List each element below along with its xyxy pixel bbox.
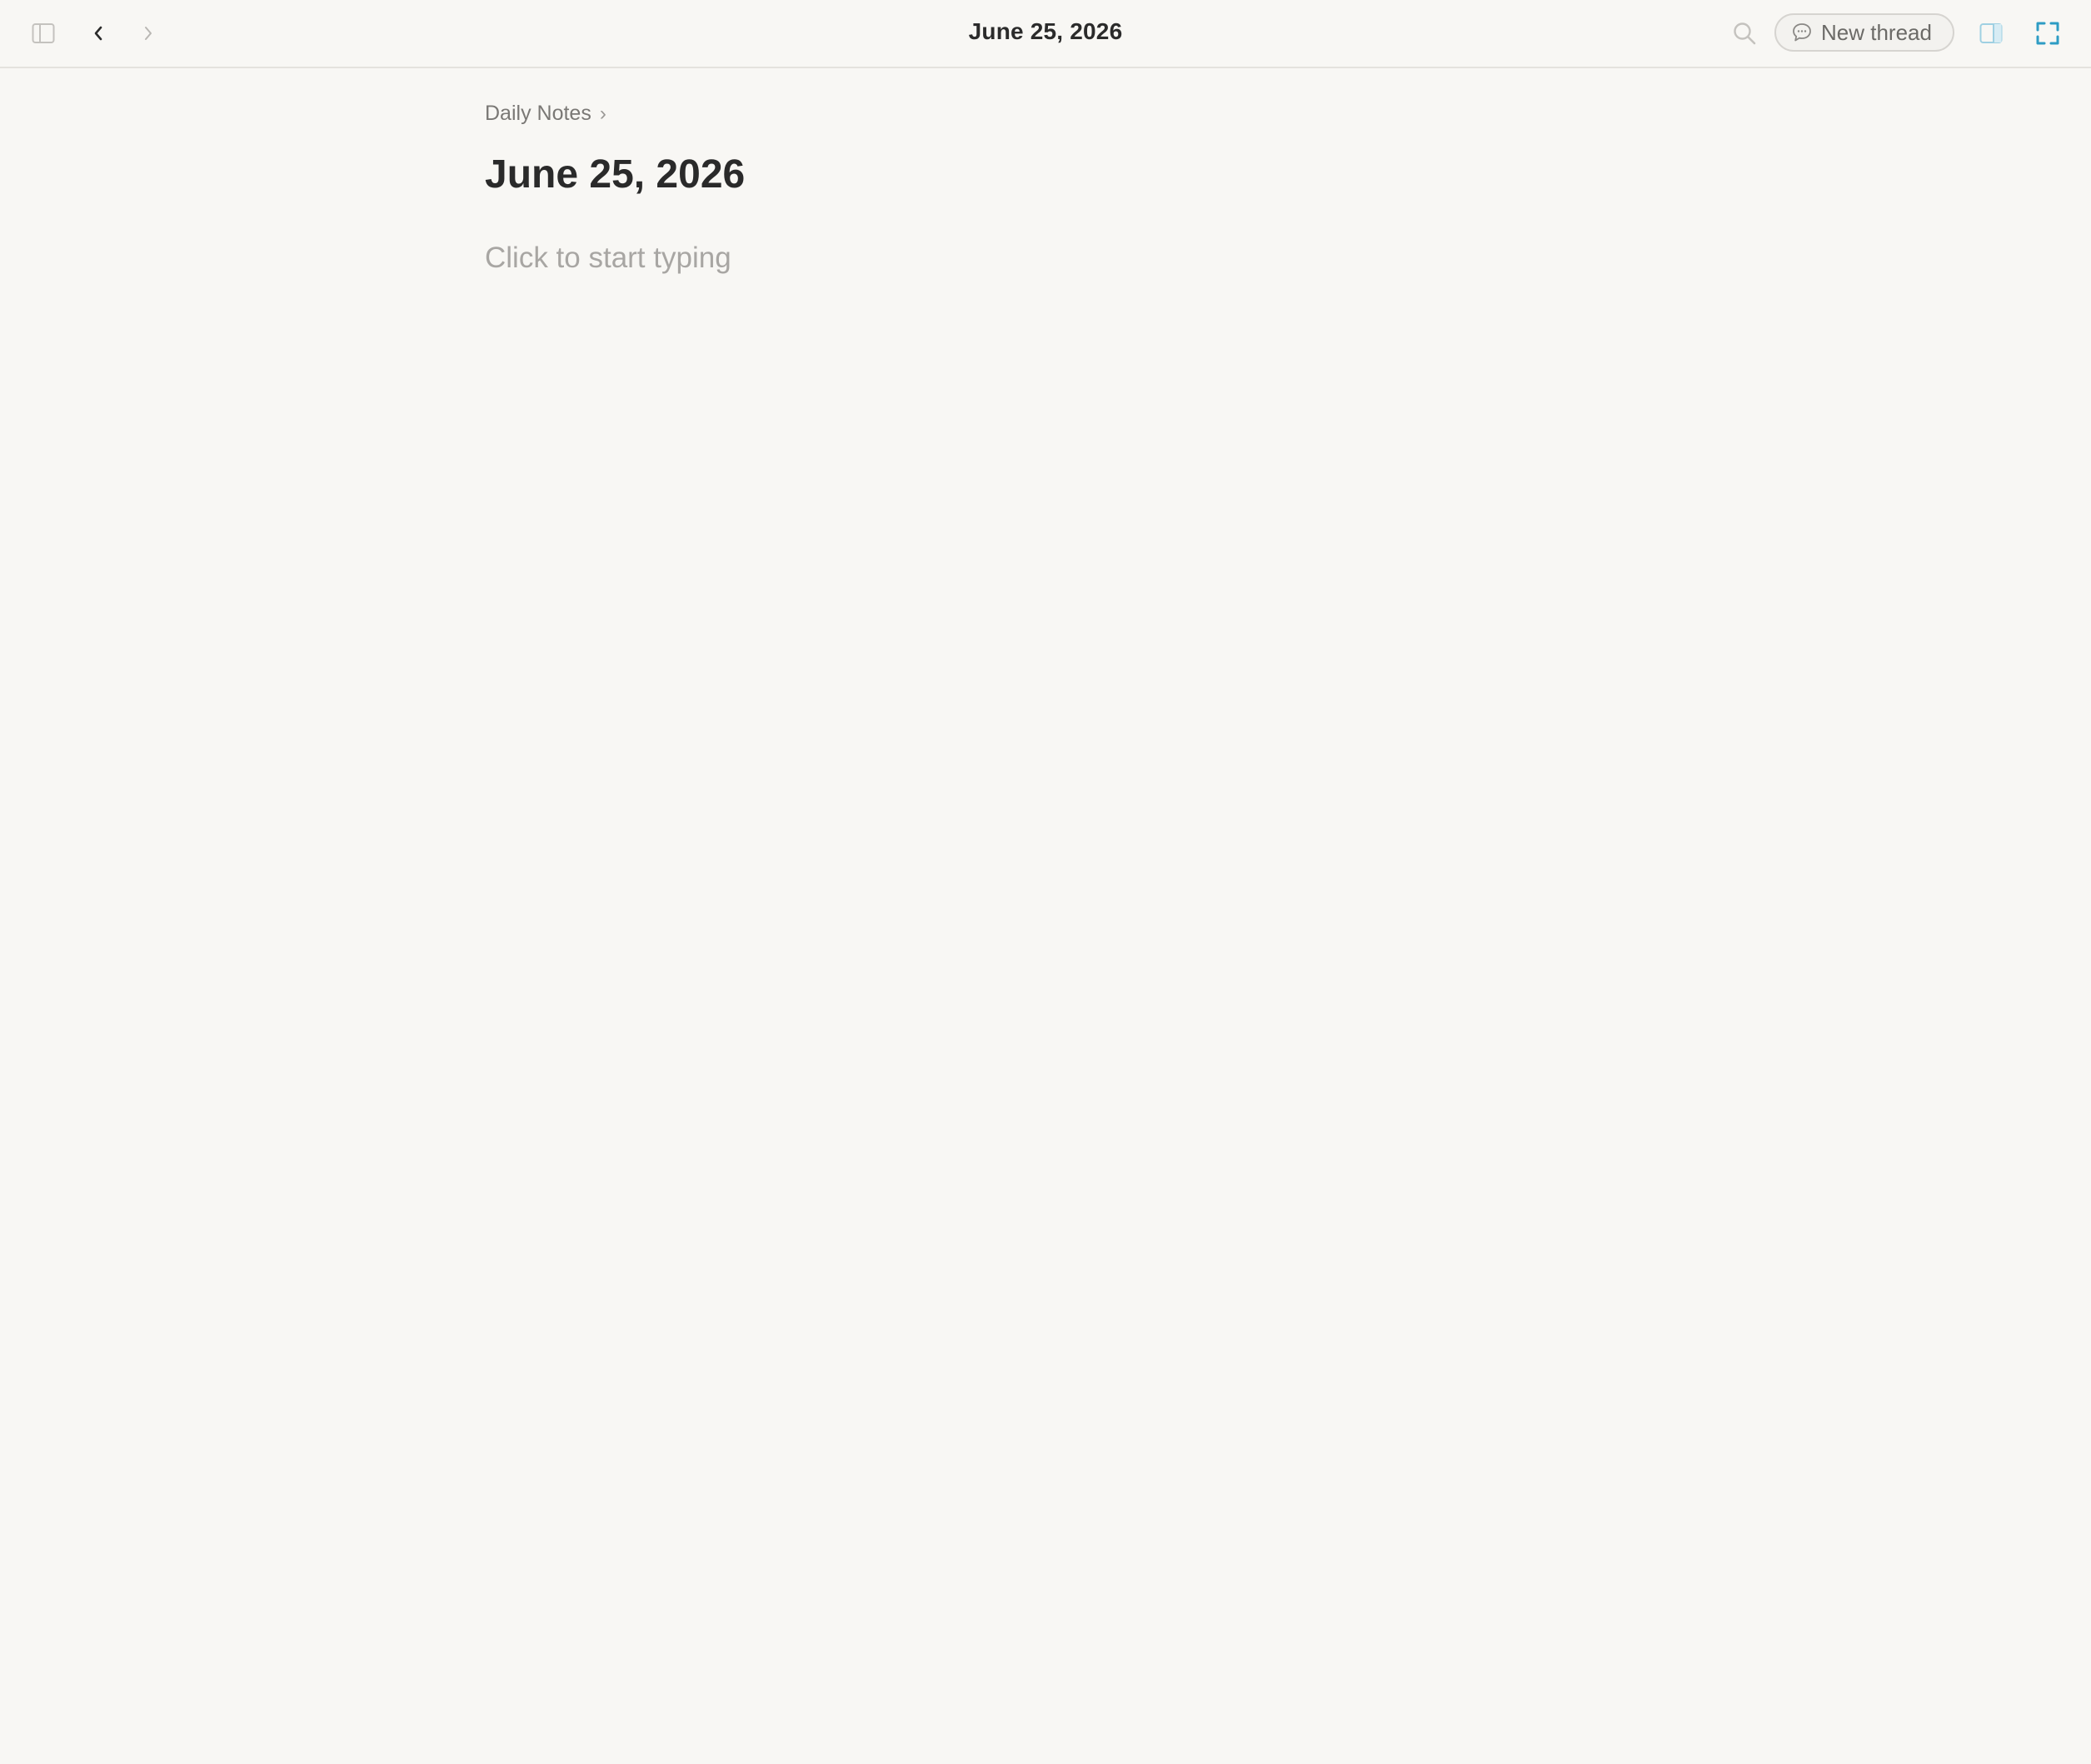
breadcrumb-daily-notes[interactable]: Daily Notes xyxy=(485,102,591,126)
expand-icon xyxy=(2036,22,2059,45)
page-title[interactable]: June 25, 2026 xyxy=(485,152,745,197)
new-thread-button[interactable]: New thread xyxy=(1774,13,1954,52)
fullscreen-button[interactable] xyxy=(2031,17,2064,50)
editor-placeholder-text: Click to start typing xyxy=(485,242,731,274)
breadcrumb-separator-icon: › xyxy=(599,102,606,125)
search-icon xyxy=(1734,22,1756,45)
top-bar: June 25, 2026 New thread xyxy=(0,0,2091,68)
right-panel-toggle-button[interactable] xyxy=(1974,17,2008,50)
speech-bubble-icon xyxy=(1793,23,1811,42)
app-window: June 25, 2026 New thread Daily Notes › J… xyxy=(0,0,2091,1764)
sidebar-right-icon xyxy=(1979,23,2003,43)
new-thread-label: New thread xyxy=(1821,19,1932,45)
breadcrumb: Daily Notes › xyxy=(485,102,606,126)
note-editor[interactable]: Click to start typing xyxy=(485,242,1651,275)
search-button[interactable] xyxy=(1728,17,1761,50)
